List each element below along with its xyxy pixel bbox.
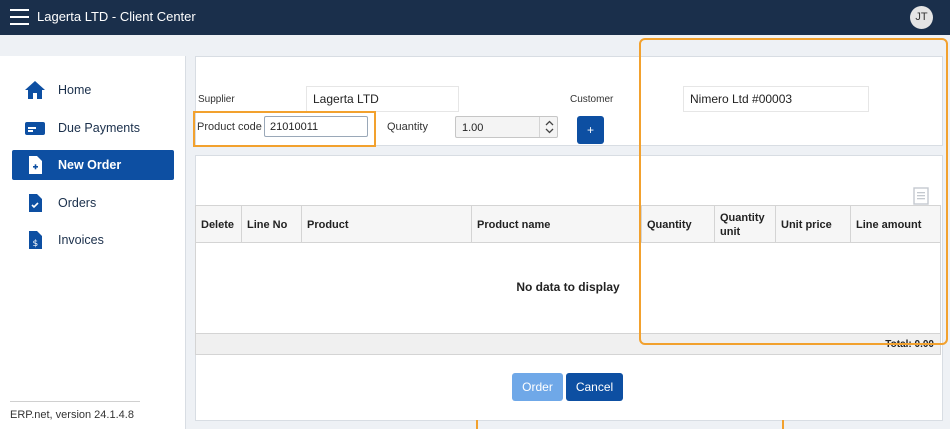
- product-code-label: Product code: [197, 121, 262, 133]
- sidebar-item-label: Orders: [58, 196, 97, 210]
- invoice-document-icon: $: [29, 231, 42, 249]
- add-line-button[interactable]: +: [577, 116, 604, 144]
- chevron-up-icon[interactable]: [545, 120, 554, 126]
- orders-document-icon: [29, 194, 42, 212]
- sidebar-item-invoices[interactable]: $ Invoices: [12, 225, 174, 255]
- card-icon: [25, 122, 45, 135]
- sidebar-item-orders[interactable]: Orders: [12, 188, 174, 218]
- sidebar-item-due-payments[interactable]: Due Payments: [12, 113, 174, 143]
- product-code-input[interactable]: [264, 116, 368, 137]
- version-divider: [10, 401, 140, 402]
- column-header-delete[interactable]: Delete: [196, 206, 242, 243]
- customer-highlight: [639, 38, 948, 345]
- customer-label: Customer: [570, 94, 614, 105]
- column-header-line-no[interactable]: Line No: [242, 206, 302, 243]
- bottom-highlight-right-edge: [782, 420, 784, 429]
- quantity-stepper[interactable]: 1.00: [455, 116, 558, 138]
- sidebar-item-home[interactable]: Home: [12, 75, 174, 105]
- supplier-label: Supplier: [198, 94, 235, 105]
- column-header-product-name[interactable]: Product name: [472, 206, 642, 243]
- bottom-highlight-left-edge: [476, 420, 478, 429]
- sidebar-item-label: New Order: [58, 158, 122, 172]
- version-text: ERP.net, version 24.1.4.8: [10, 409, 134, 421]
- chevron-down-icon[interactable]: [545, 128, 554, 134]
- app-title: Lagerta LTD - Client Center: [37, 9, 196, 24]
- top-bar: Lagerta LTD - Client Center JT: [0, 0, 950, 35]
- quantity-spinner[interactable]: [539, 117, 558, 137]
- new-document-icon: [29, 156, 42, 174]
- supplier-field[interactable]: Lagerta LTD: [306, 86, 459, 112]
- order-button[interactable]: Order: [512, 373, 563, 401]
- svg-text:$: $: [33, 239, 39, 249]
- hamburger-menu-icon[interactable]: [10, 9, 29, 25]
- sidebar: Home Due Payments New Order Orders $ Inv…: [0, 56, 186, 429]
- sidebar-item-new-order[interactable]: New Order: [12, 150, 174, 180]
- sidebar-item-label: Due Payments: [58, 121, 140, 135]
- column-header-product[interactable]: Product: [302, 206, 472, 243]
- cancel-button[interactable]: Cancel: [566, 373, 623, 401]
- home-icon: [25, 81, 45, 99]
- quantity-value: 1.00: [462, 122, 484, 134]
- sidebar-item-label: Home: [58, 83, 92, 97]
- sidebar-item-label: Invoices: [58, 233, 104, 247]
- quantity-label: Quantity: [387, 121, 428, 133]
- user-avatar[interactable]: JT: [910, 6, 933, 29]
